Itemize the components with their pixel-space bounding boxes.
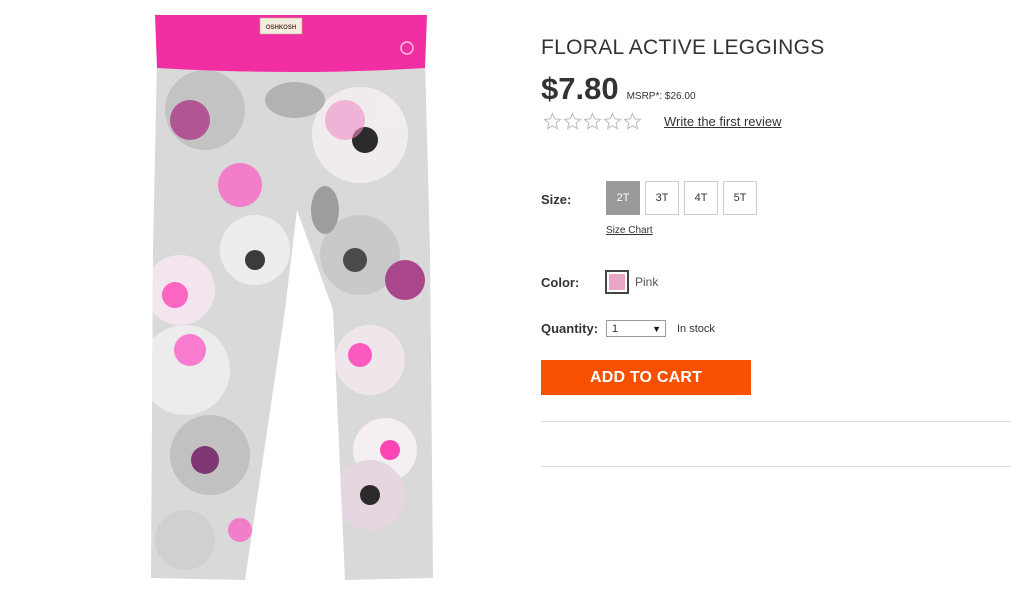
brand-tag: OSHKOSH	[266, 25, 296, 31]
rating-row: Write the first review	[543, 112, 782, 131]
size-option-2t[interactable]: 2T	[606, 181, 640, 215]
write-review-link[interactable]: Write the first review	[664, 114, 782, 129]
divider	[541, 421, 1011, 422]
size-option-4t[interactable]: 4T	[684, 181, 718, 215]
stock-status: In stock	[677, 323, 715, 335]
star-icon	[623, 112, 642, 130]
dropdown-arrow-icon: ▼	[652, 323, 661, 334]
swatch-fill	[609, 274, 625, 290]
size-options: 2T 3T 4T 5T	[606, 181, 757, 215]
star-icon	[563, 112, 582, 130]
quantity-value: 1	[612, 322, 619, 335]
size-label: Size:	[541, 192, 572, 207]
quantity-label: Quantity:	[541, 321, 599, 336]
size-chart-link[interactable]: Size Chart	[606, 225, 653, 236]
color-swatch-pink[interactable]	[605, 270, 629, 294]
star-icon	[583, 112, 602, 130]
price-row: $7.80 MSRP*: $26.00	[541, 72, 696, 106]
quantity-select[interactable]: 1 ▼	[606, 320, 666, 337]
color-name: Pink	[635, 275, 659, 289]
sale-price: $7.80	[541, 71, 619, 106]
color-label: Color:	[541, 275, 580, 290]
size-option-5t[interactable]: 5T	[723, 181, 757, 215]
size-option-3t[interactable]: 3T	[645, 181, 679, 215]
star-icon	[543, 112, 562, 130]
add-to-cart-button[interactable]: ADD TO CART	[541, 360, 751, 395]
rating-stars	[543, 112, 642, 131]
product-details: FLORAL ACTIVE LEGGINGS $7.80 MSRP*: $26.…	[541, 0, 1011, 590]
product-image: OSHKOSH	[145, 10, 445, 585]
star-icon	[603, 112, 622, 130]
msrp-price: MSRP*: $26.00	[626, 91, 696, 102]
product-title: FLORAL ACTIVE LEGGINGS	[541, 36, 825, 59]
divider	[541, 466, 1011, 467]
